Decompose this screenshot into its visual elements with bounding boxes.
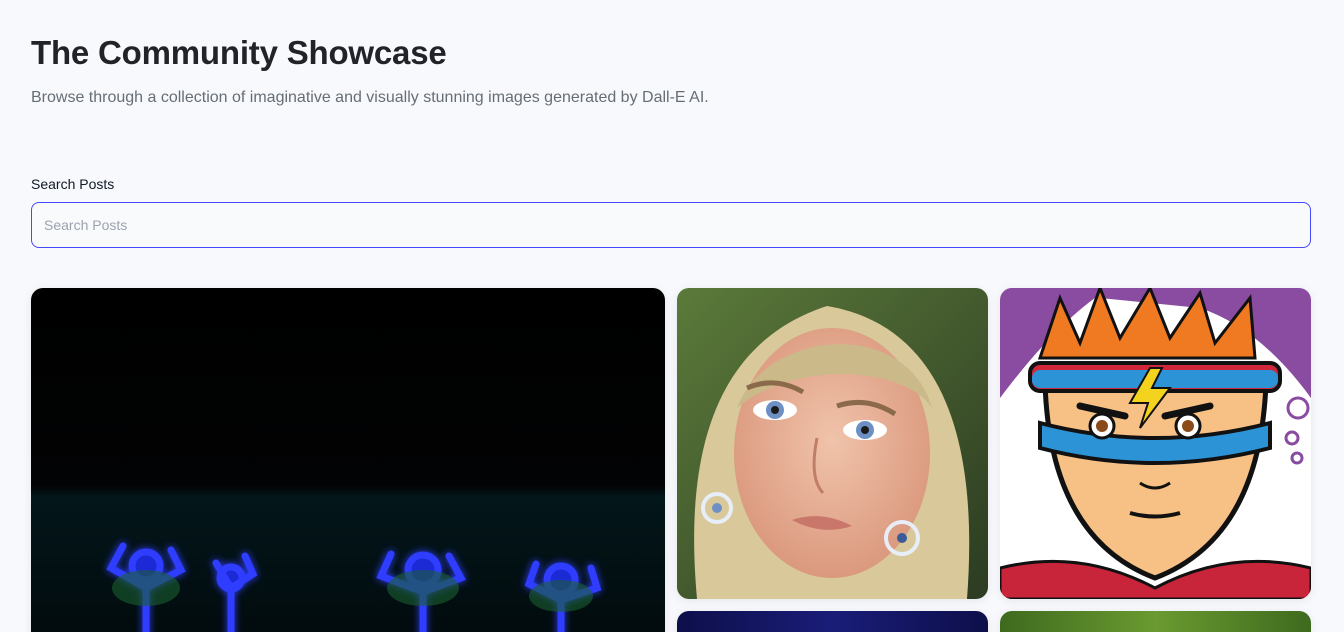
page-title: The Community Showcase [31,34,447,71]
gallery-card-blue[interactable] [677,611,988,632]
gallery-card-superhero[interactable] [1000,288,1311,599]
neon-figures-image [31,288,665,632]
gallery-card-woman-portrait[interactable] [677,288,988,599]
gallery-card-neon-figures[interactable] [31,288,665,632]
search-input[interactable] [31,202,1311,248]
green-image [1000,611,1311,632]
woman-portrait-image [677,288,988,599]
gallery-card-green[interactable] [1000,611,1311,632]
superhero-cartoon-image [1000,288,1311,599]
page: The Community Showcase Browse through a … [0,0,1344,632]
search-label: Search Posts [31,176,115,192]
blue-image [677,611,988,632]
page-subtitle: Browse through a collection of imaginati… [31,89,709,106]
